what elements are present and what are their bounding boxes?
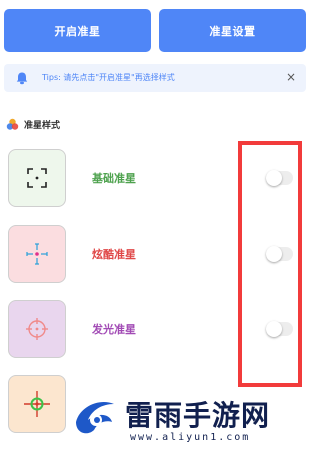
highlight-frame [238,141,302,387]
crosshair-label-glow: 发光准星 [92,323,136,336]
glow-crosshair-icon [26,318,48,340]
top-toolbar: 开启准星 准星设置 [0,0,315,60]
basic-crosshair-thumbnail[interactable] [8,149,66,207]
cool-crosshair-thumbnail[interactable] [8,225,66,283]
tips-banner: Tips: 请先点击"开启准星"再选择样式 × [4,64,306,92]
watermark-url: www.aliyun1.com [130,432,251,443]
cool-crosshair-icon [26,243,48,265]
crosshair-label-cool: 炫酷准星 [92,248,136,261]
open-crosshair-button[interactable]: 开启准星 [4,9,151,52]
tips-text: Tips: 请先点击"开启准星"再选择样式 [42,73,175,82]
section-title: 准星样式 [24,120,61,131]
section-header: 准星样式 [6,116,60,132]
bell-icon [16,72,28,85]
crosshair-label-basic: 基础准星 [92,172,136,185]
watermark-name: 雷雨手游网 [125,399,271,432]
scope-crosshair-icon [24,391,50,417]
crosshair-4-thumbnail[interactable] [8,375,66,433]
close-icon[interactable]: × [286,70,296,84]
crosshair-settings-button[interactable]: 准星设置 [159,9,306,52]
watermark: 雷雨手游网 www.aliyun1.com [70,392,310,448]
watermark-logo-icon [76,402,114,434]
glow-crosshair-thumbnail[interactable] [8,300,66,358]
color-dots-icon [6,118,19,130]
basic-crosshair-icon [27,168,47,188]
